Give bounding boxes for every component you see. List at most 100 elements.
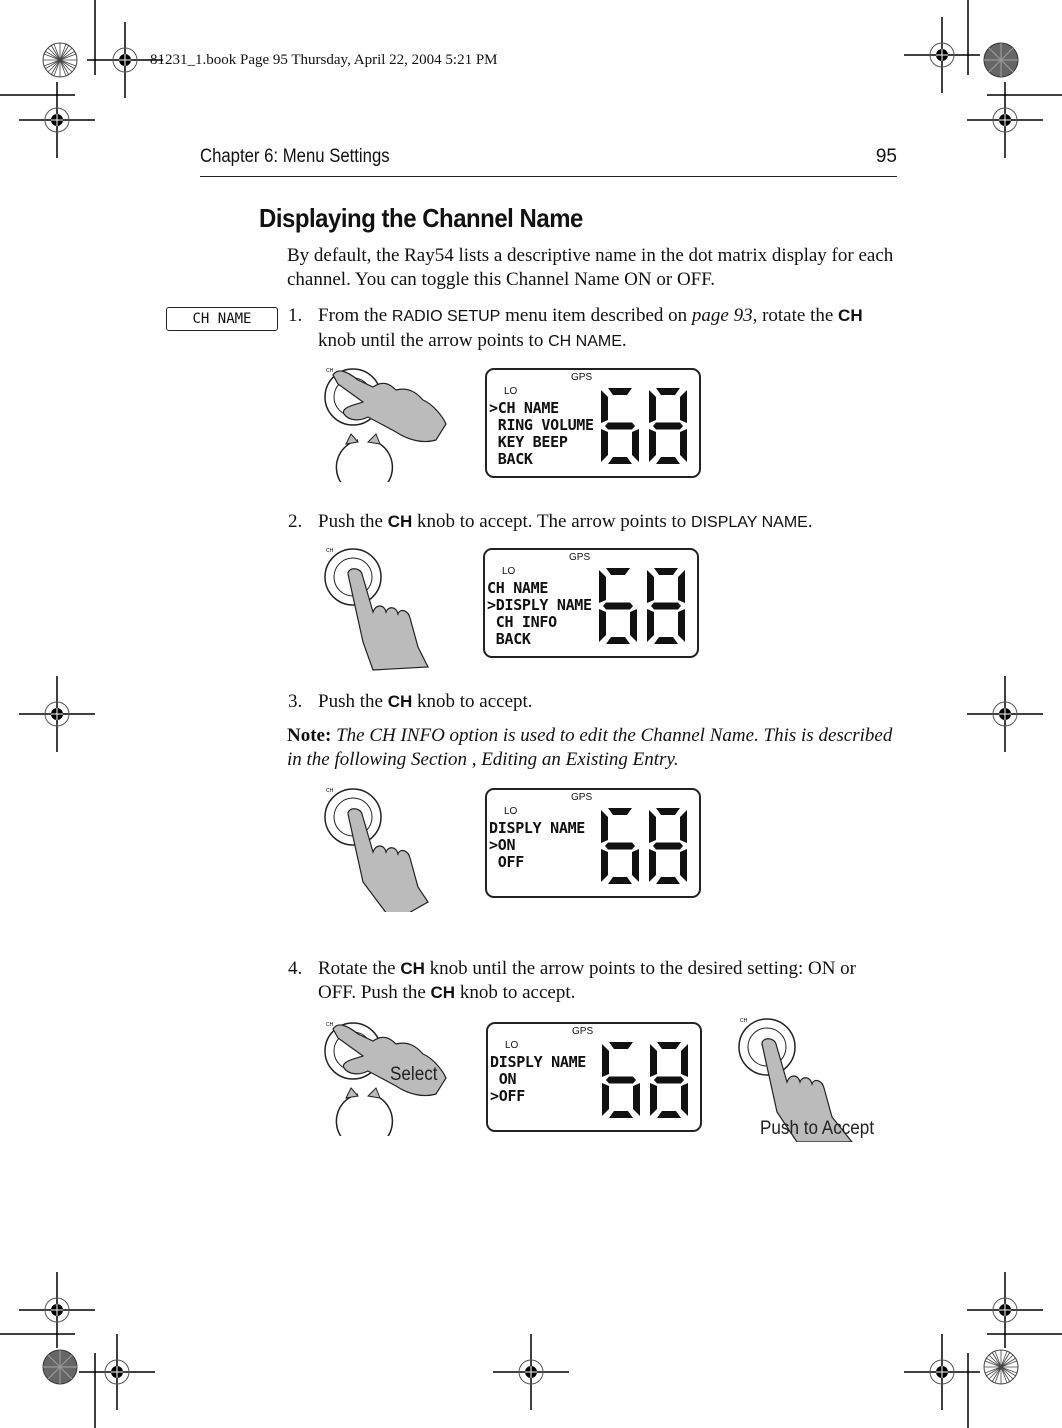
page-reference-link[interactable]: page 93 xyxy=(692,305,753,326)
print-stamp: 81231_1.book Page 95 Thursday, April 22,… xyxy=(150,52,498,68)
digit-segment-a xyxy=(608,808,632,815)
digit-segment-b xyxy=(680,810,687,843)
digit-segment-c xyxy=(681,1083,688,1116)
digit-segment-c xyxy=(632,429,639,462)
knob-keyword: CH xyxy=(430,983,456,1002)
knob-keyword: CH xyxy=(387,512,413,531)
digit-segment-f xyxy=(602,1044,609,1077)
lo-indicator: LO xyxy=(504,806,518,817)
svg-text:CH: CH xyxy=(326,548,334,554)
menu-line: DISPLY NAME xyxy=(490,1053,587,1071)
digit-segment-e xyxy=(601,429,608,462)
digit-segment-a xyxy=(657,1042,681,1049)
digit-segment-g xyxy=(651,602,681,610)
digit-segment-e xyxy=(599,609,606,642)
digit-segment-d xyxy=(657,1111,681,1118)
lo-indicator: LO xyxy=(504,386,518,397)
digit-segment-b xyxy=(681,1044,688,1077)
menu-line: RING VOLUME xyxy=(489,416,594,434)
digit-segment-d xyxy=(606,637,630,644)
lcd-display: GPS LO CH NAME >DISPLY NAME CH INFO BACK xyxy=(483,548,699,658)
digit-segment-g xyxy=(653,842,683,850)
channel-digits xyxy=(601,808,687,884)
digit-segment-c xyxy=(630,609,637,642)
step-text: Push the xyxy=(318,691,388,712)
step-text: . xyxy=(621,330,627,351)
menu-line: BACK xyxy=(489,450,533,468)
registration-cross-icon xyxy=(966,1271,1044,1349)
running-header: Chapter 6: Menu Settings 95 xyxy=(200,146,897,177)
digit-segment-f xyxy=(601,810,608,843)
step-number: 3. xyxy=(288,691,303,712)
hand-icon xyxy=(347,568,429,671)
digit-segment-f xyxy=(599,570,606,603)
registration-cross-icon xyxy=(18,1271,96,1349)
step-text: knob to accept. xyxy=(412,691,533,712)
lcd-menu: DISPLY NAME >ON OFF xyxy=(489,820,585,871)
digit-segment-g xyxy=(653,422,683,430)
menu-line: DISPLY NAME xyxy=(489,819,586,837)
lcd-display: GPS LO DISPLY NAME >ON OFF xyxy=(485,788,701,898)
menu-line: CH INFO xyxy=(487,613,557,631)
lcd-display: GPS LO >CH NAME RING VOLUME KEY BEEP BAC… xyxy=(485,368,701,478)
intro-paragraph: By default, the Ray54 lists a descriptiv… xyxy=(287,245,894,290)
digit-segment-d xyxy=(609,1111,633,1118)
channel-digits xyxy=(602,1042,688,1118)
registration-cross-icon xyxy=(18,675,96,753)
channel-digits xyxy=(601,388,687,464)
registration-dark-icon xyxy=(983,42,1019,78)
registration-cross-icon xyxy=(78,1333,156,1411)
digit-segment-g xyxy=(605,422,635,430)
menu-line: BACK xyxy=(487,630,531,648)
push-knob-illustration: CH xyxy=(324,788,429,912)
step-text: knob to accept. The arrow points to xyxy=(412,511,692,532)
step-2: 2. Push the CH knob to accept. The arrow… xyxy=(288,510,898,535)
digit-segment-a xyxy=(656,808,680,815)
lcd-menu: >CH NAME RING VOLUME KEY BEEP BACK xyxy=(489,400,594,468)
registration-cross-icon xyxy=(966,675,1044,753)
step-1: 1. From the RADIO SETUP menu item descri… xyxy=(288,304,898,354)
note: Note: The CH INFO option is used to edit… xyxy=(287,724,897,772)
hand-icon xyxy=(332,370,447,443)
step-text: . xyxy=(807,511,813,532)
rotate-arrows-icon xyxy=(335,433,394,482)
lo-indicator: LO xyxy=(502,566,516,577)
digit-segment-a xyxy=(606,568,630,575)
rotate-knob-illustration: CH xyxy=(324,368,447,482)
svg-text:CH: CH xyxy=(326,788,334,794)
registration-star-icon xyxy=(983,1349,1019,1385)
menu-line: CH NAME xyxy=(487,579,549,597)
step-text: menu item described on xyxy=(500,305,692,326)
digit-segment-d xyxy=(654,637,678,644)
channel-digits xyxy=(599,568,685,644)
digit-segment-d xyxy=(656,877,680,884)
page-number: 95 xyxy=(875,146,897,167)
hand-icon xyxy=(347,808,429,912)
section-title: Displaying the Channel Name xyxy=(259,203,583,233)
svg-text:CH: CH xyxy=(740,1018,748,1024)
gps-indicator: GPS xyxy=(569,552,591,563)
step-number: 4. xyxy=(288,958,303,979)
knob-keyword: CH xyxy=(838,306,863,325)
gps-indicator: GPS xyxy=(571,792,593,803)
digit-segment-e xyxy=(601,849,608,882)
registration-cross-icon xyxy=(492,1333,570,1411)
push-knob-illustration: CH xyxy=(324,548,429,671)
registration-cross-icon xyxy=(966,81,1044,159)
digit-segment-c xyxy=(678,609,685,642)
select-callout: Select xyxy=(390,1064,438,1085)
digit-segment-f xyxy=(649,810,656,843)
gps-indicator: GPS xyxy=(571,372,593,383)
menu-keyword: CH NAME xyxy=(548,333,622,350)
menu-line: >DISPLY NAME xyxy=(487,596,592,614)
digit-segment-e xyxy=(647,609,654,642)
digit-segment-g xyxy=(654,1076,684,1084)
menu-keyword: DISPLAY NAME xyxy=(691,514,808,531)
digit-segment-d xyxy=(608,457,632,464)
rotate-arrows-icon xyxy=(335,1087,394,1136)
digit-segment-c xyxy=(680,849,687,882)
step-text: Rotate the xyxy=(318,958,401,979)
lcd-display: GPS LO DISPLY NAME ON >OFF xyxy=(486,1022,702,1132)
step-text: knob until the arrow points to xyxy=(318,330,549,351)
menu-keyword: RADIO SETUP xyxy=(391,308,501,325)
